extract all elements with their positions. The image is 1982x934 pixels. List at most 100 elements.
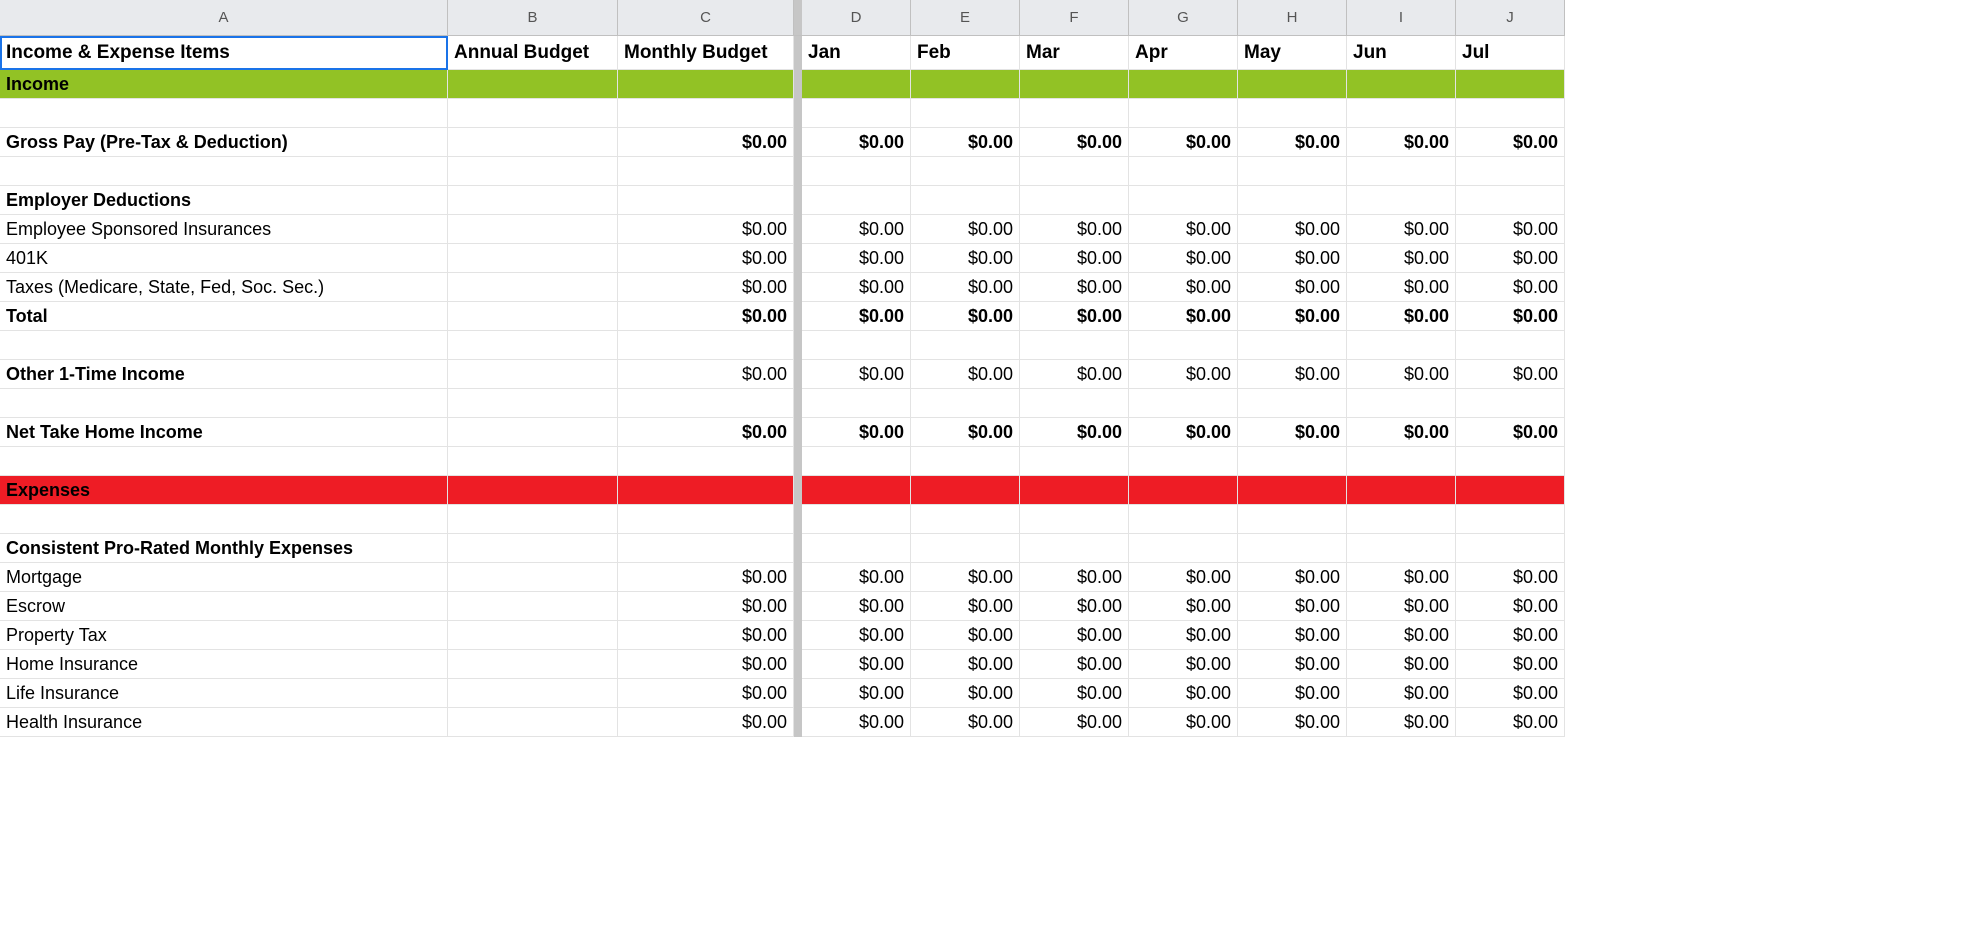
cell-J16[interactable] [1456, 476, 1565, 505]
cell-A16[interactable]: Expenses [0, 476, 448, 505]
cell-A7[interactable]: Employee Sponsored Insurances [0, 215, 448, 244]
cell-C12[interactable]: $0.00 [618, 360, 794, 389]
cell-G14[interactable]: $0.00 [1129, 418, 1238, 447]
cell-J17[interactable] [1456, 505, 1565, 534]
cell-C4[interactable]: $0.00 [618, 128, 794, 157]
cell-G19[interactable]: $0.00 [1129, 563, 1238, 592]
cell-A13[interactable] [0, 389, 448, 418]
cell-G7[interactable]: $0.00 [1129, 215, 1238, 244]
cell-G17[interactable] [1129, 505, 1238, 534]
cell-G18[interactable] [1129, 534, 1238, 563]
cell-E19[interactable]: $0.00 [911, 563, 1020, 592]
cell-G12[interactable]: $0.00 [1129, 360, 1238, 389]
cell-D4[interactable]: $0.00 [802, 128, 911, 157]
cell-H19[interactable]: $0.00 [1238, 563, 1347, 592]
cell-J2[interactable] [1456, 70, 1565, 99]
cell-F17[interactable] [1020, 505, 1129, 534]
cell-A3[interactable] [0, 99, 448, 128]
cell-I13[interactable] [1347, 389, 1456, 418]
cell-J4[interactable]: $0.00 [1456, 128, 1565, 157]
cell-C15[interactable] [618, 447, 794, 476]
cell-I2[interactable] [1347, 70, 1456, 99]
cell-F18[interactable] [1020, 534, 1129, 563]
cell-D20[interactable]: $0.00 [802, 592, 911, 621]
cell-D19[interactable]: $0.00 [802, 563, 911, 592]
cell-E24[interactable]: $0.00 [911, 708, 1020, 737]
cell-A10[interactable]: Total [0, 302, 448, 331]
cell-H9[interactable]: $0.00 [1238, 273, 1347, 302]
cell-B11[interactable] [448, 331, 618, 360]
cell-E5[interactable] [911, 157, 1020, 186]
cell-H14[interactable]: $0.00 [1238, 418, 1347, 447]
cell-J13[interactable] [1456, 389, 1565, 418]
cell-F13[interactable] [1020, 389, 1129, 418]
cell-E8[interactable]: $0.00 [911, 244, 1020, 273]
cell-E17[interactable] [911, 505, 1020, 534]
cell-B1[interactable]: Annual Budget [448, 36, 618, 70]
cell-I3[interactable] [1347, 99, 1456, 128]
col-header-H[interactable]: H [1238, 0, 1347, 36]
cell-C18[interactable] [618, 534, 794, 563]
cell-D1[interactable]: Jan [802, 36, 911, 70]
cell-J9[interactable]: $0.00 [1456, 273, 1565, 302]
cell-F16[interactable] [1020, 476, 1129, 505]
cell-H12[interactable]: $0.00 [1238, 360, 1347, 389]
cell-E7[interactable]: $0.00 [911, 215, 1020, 244]
col-header-E[interactable]: E [911, 0, 1020, 36]
cell-C1[interactable]: Monthly Budget [618, 36, 794, 70]
cell-F19[interactable]: $0.00 [1020, 563, 1129, 592]
cell-A23[interactable]: Life Insurance [0, 679, 448, 708]
cell-C3[interactable] [618, 99, 794, 128]
cell-F8[interactable]: $0.00 [1020, 244, 1129, 273]
col-header-A[interactable]: A [0, 0, 448, 36]
cell-G1[interactable]: Apr [1129, 36, 1238, 70]
cell-E14[interactable]: $0.00 [911, 418, 1020, 447]
cell-B13[interactable] [448, 389, 618, 418]
cell-F15[interactable] [1020, 447, 1129, 476]
cell-A4[interactable]: Gross Pay (Pre-Tax & Deduction) [0, 128, 448, 157]
cell-H11[interactable] [1238, 331, 1347, 360]
cell-J24[interactable]: $0.00 [1456, 708, 1565, 737]
cell-J23[interactable]: $0.00 [1456, 679, 1565, 708]
spreadsheet-grid[interactable]: A B C D E F G H I J Income & Expense Ite… [0, 0, 1982, 737]
cell-I20[interactable]: $0.00 [1347, 592, 1456, 621]
col-header-G[interactable]: G [1129, 0, 1238, 36]
cell-J22[interactable]: $0.00 [1456, 650, 1565, 679]
cell-F10[interactable]: $0.00 [1020, 302, 1129, 331]
cell-F2[interactable] [1020, 70, 1129, 99]
cell-J5[interactable] [1456, 157, 1565, 186]
cell-I4[interactable]: $0.00 [1347, 128, 1456, 157]
cell-J3[interactable] [1456, 99, 1565, 128]
cell-G20[interactable]: $0.00 [1129, 592, 1238, 621]
cell-I18[interactable] [1347, 534, 1456, 563]
cell-F14[interactable]: $0.00 [1020, 418, 1129, 447]
cell-B9[interactable] [448, 273, 618, 302]
cell-H7[interactable]: $0.00 [1238, 215, 1347, 244]
cell-A1-active[interactable]: Income & Expense Items [0, 36, 448, 70]
cell-G3[interactable] [1129, 99, 1238, 128]
cell-G24[interactable]: $0.00 [1129, 708, 1238, 737]
cell-G15[interactable] [1129, 447, 1238, 476]
cell-F7[interactable]: $0.00 [1020, 215, 1129, 244]
cell-F3[interactable] [1020, 99, 1129, 128]
cell-B2[interactable] [448, 70, 618, 99]
cell-D5[interactable] [802, 157, 911, 186]
cell-J15[interactable] [1456, 447, 1565, 476]
cell-I19[interactable]: $0.00 [1347, 563, 1456, 592]
cell-I6[interactable] [1347, 186, 1456, 215]
cell-F6[interactable] [1020, 186, 1129, 215]
cell-E16[interactable] [911, 476, 1020, 505]
cell-G9[interactable]: $0.00 [1129, 273, 1238, 302]
cell-J21[interactable]: $0.00 [1456, 621, 1565, 650]
cell-C7[interactable]: $0.00 [618, 215, 794, 244]
cell-G16[interactable] [1129, 476, 1238, 505]
cell-E23[interactable]: $0.00 [911, 679, 1020, 708]
cell-D7[interactable]: $0.00 [802, 215, 911, 244]
cell-D23[interactable]: $0.00 [802, 679, 911, 708]
cell-C13[interactable] [618, 389, 794, 418]
cell-J1[interactable]: Jul [1456, 36, 1565, 70]
cell-A6[interactable]: Employer Deductions [0, 186, 448, 215]
cell-G13[interactable] [1129, 389, 1238, 418]
cell-D16[interactable] [802, 476, 911, 505]
cell-A14[interactable]: Net Take Home Income [0, 418, 448, 447]
